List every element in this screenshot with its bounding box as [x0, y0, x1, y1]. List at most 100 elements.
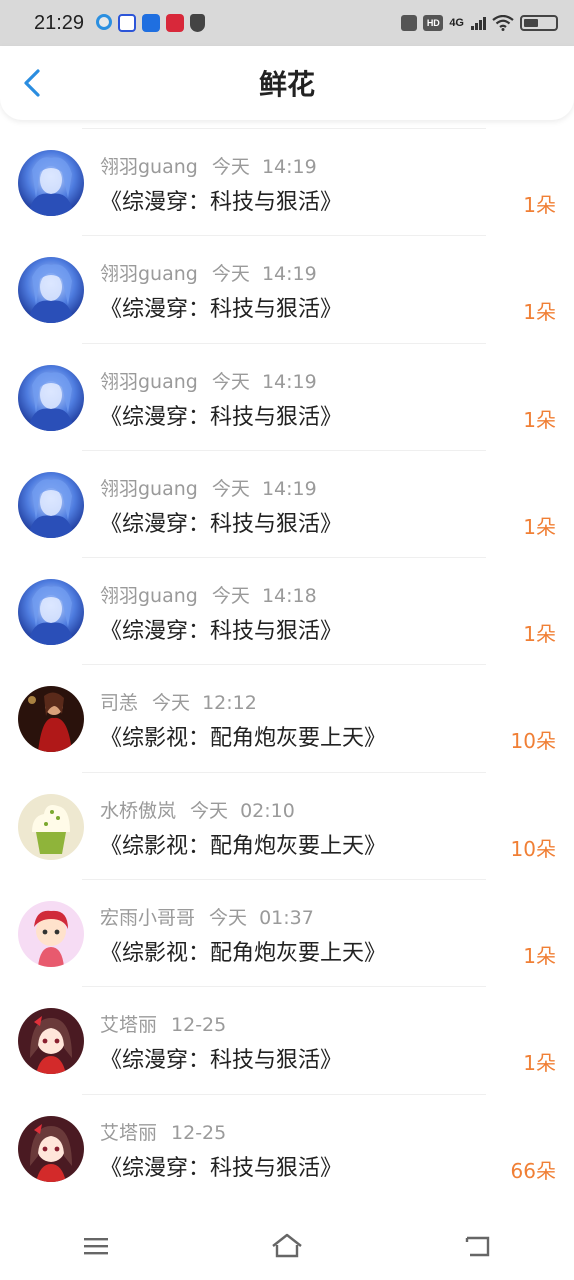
- baidu-paw-icon: [118, 14, 137, 32]
- signal-icon: [471, 17, 486, 30]
- user-name[interactable]: 翎羽guang: [100, 263, 198, 285]
- record-meta: 翎羽guang 今天 14:19: [100, 152, 317, 179]
- menu-button[interactable]: [76, 1226, 116, 1266]
- book-title[interactable]: 《综漫穿：科技与狠活》: [100, 399, 342, 431]
- heart-app-icon: [166, 14, 185, 32]
- menu-icon: [83, 1238, 108, 1255]
- row-divider: [82, 664, 486, 666]
- user-name[interactable]: 翎羽guang: [100, 478, 198, 500]
- network-type: 4G: [449, 17, 464, 29]
- flower-count: 10朵: [510, 836, 556, 861]
- record-time: 今天 14:19: [211, 370, 317, 393]
- flower-record-row[interactable]: 翎羽guang 今天 14:19 《综漫穿：科技与狠活》 1朵: [0, 342, 574, 450]
- flower-record-row[interactable]: 艾塔丽 12-25 《综漫穿：科技与狠活》 66朵: [0, 1093, 574, 1201]
- home-button[interactable]: [267, 1226, 307, 1266]
- loop-icon: [96, 14, 113, 30]
- cartoon-boy-avatar[interactable]: [18, 901, 84, 968]
- record-meta: 艾塔丽 12-25: [100, 1010, 226, 1037]
- row-divider: [82, 342, 486, 344]
- book-title[interactable]: 《综影视：配角炮灰要上天》: [100, 828, 386, 860]
- wifi-icon: [492, 15, 514, 31]
- book-title[interactable]: 《综影视：配角炮灰要上天》: [100, 720, 386, 752]
- flower-count: 1朵: [523, 407, 556, 432]
- status-app-icons: [96, 14, 206, 32]
- row-divider: [82, 986, 486, 988]
- flower-count: 1朵: [523, 514, 556, 539]
- red-dress-avatar[interactable]: [18, 686, 84, 753]
- flower-count: 66朵: [510, 1158, 556, 1183]
- user-name[interactable]: 艾塔丽: [100, 1014, 157, 1036]
- record-time: 12-25: [171, 1121, 227, 1144]
- record-meta: 翎羽guang 今天 14:19: [100, 259, 317, 286]
- row-divider: [82, 128, 486, 129]
- anime-girl-avatar[interactable]: [18, 1008, 84, 1075]
- record-meta: 宏雨小哥哥 今天 01:37: [100, 903, 314, 930]
- direction-app-icon: [142, 14, 161, 32]
- record-time: 今天 14:19: [211, 263, 317, 286]
- flower-record-row[interactable]: 翎羽guang 今天 14:19 《综漫穿：科技与狠活》 1朵: [0, 235, 574, 342]
- blue-hair-avatar[interactable]: [18, 257, 84, 324]
- record-time: 今天 14:19: [211, 477, 317, 500]
- flower-count: 1朵: [523, 622, 556, 647]
- system-nav-bar: [0, 1212, 574, 1280]
- book-title[interactable]: 《综影视：配角炮灰要上天》: [100, 935, 386, 967]
- record-time: 今天 12:12: [152, 692, 257, 715]
- user-name[interactable]: 翎羽guang: [100, 371, 198, 393]
- user-name[interactable]: 水桥傲岚: [100, 800, 176, 822]
- back-button[interactable]: [458, 1226, 498, 1266]
- blue-hair-avatar[interactable]: [18, 150, 84, 216]
- row-divider: [82, 771, 486, 773]
- vibrate-icon: [401, 15, 418, 31]
- flower-count: 1朵: [523, 944, 556, 969]
- flower-record-row[interactable]: 水桥傲岚 今天 02:10 《综影视：配角炮灰要上天》 10朵: [0, 771, 574, 879]
- home-icon: [272, 1233, 302, 1258]
- blue-hair-avatar[interactable]: [18, 579, 84, 646]
- user-name[interactable]: 艾塔丽: [100, 1122, 157, 1144]
- header: 鲜花: [0, 46, 574, 120]
- book-title[interactable]: 《综漫穿：科技与狠活》: [100, 1042, 342, 1074]
- shield-icon: [190, 14, 206, 32]
- flower-count: 1朵: [523, 193, 556, 217]
- status-bar: 21:29 HD 4G: [0, 0, 574, 46]
- flower-record-row[interactable]: 司恙 今天 12:12 《综影视：配角炮灰要上天》 10朵: [0, 664, 574, 771]
- back-arrow-icon[interactable]: [18, 68, 48, 98]
- book-title[interactable]: 《综漫穿：科技与狠活》: [100, 291, 342, 323]
- record-time: 今天 14:18: [211, 585, 317, 608]
- flower-record-row[interactable]: 翎羽guang 今天 14:19 《综漫穿：科技与狠活》 1朵: [0, 449, 574, 557]
- battery-level: [524, 19, 538, 27]
- flower-record-row[interactable]: 宏雨小哥哥 今天 01:37 《综影视：配角炮灰要上天》 1朵: [0, 879, 574, 986]
- book-title[interactable]: 《综漫穿：科技与狠活》: [100, 613, 342, 645]
- record-meta: 水桥傲岚 今天 02:10: [100, 796, 295, 823]
- user-name[interactable]: 翎羽guang: [100, 585, 198, 607]
- flower-count: 1朵: [523, 300, 556, 325]
- record-time: 12-25: [171, 1014, 227, 1037]
- record-meta: 艾塔丽 12-25: [100, 1118, 226, 1145]
- book-title[interactable]: 《综漫穿：科技与狠活》: [100, 184, 342, 216]
- status-time: 21:29: [34, 11, 85, 34]
- back-icon: [466, 1236, 490, 1257]
- book-title[interactable]: 《综漫穿：科技与狠活》: [100, 1150, 342, 1182]
- flower-record-row[interactable]: 翎羽guang 今天 14:19 《综漫穿：科技与狠活》 1朵: [0, 128, 574, 235]
- user-name[interactable]: 司恙: [100, 692, 138, 714]
- record-meta: 翎羽guang 今天 14:19: [100, 474, 317, 501]
- flower-count: 1朵: [523, 1051, 556, 1076]
- row-divider: [82, 1093, 486, 1095]
- user-name[interactable]: 宏雨小哥哥: [100, 907, 195, 929]
- blue-hair-avatar[interactable]: [18, 364, 84, 431]
- flower-record-list[interactable]: 翎羽guang 今天 14:19 《综漫穿：科技与狠活》 1朵 翎羽guang 今天 14…: [0, 128, 574, 1201]
- blue-hair-avatar[interactable]: [18, 471, 84, 538]
- user-name[interactable]: 翎羽guang: [100, 156, 198, 178]
- record-meta: 翎羽guang 今天 14:18: [100, 581, 317, 608]
- cupcake-avatar[interactable]: [18, 793, 84, 860]
- record-time: 今天 14:19: [211, 156, 317, 178]
- book-title[interactable]: 《综漫穿：科技与狠活》: [100, 506, 342, 538]
- page-title: 鲜花: [258, 68, 315, 101]
- anime-girl-avatar[interactable]: [18, 1115, 84, 1182]
- record-time: 今天 02:10: [190, 799, 295, 822]
- flower-count: 10朵: [510, 729, 556, 754]
- flower-record-row[interactable]: 艾塔丽 12-25 《综漫穿：科技与狠活》 1朵: [0, 986, 574, 1093]
- battery-icon: [520, 15, 558, 31]
- flower-record-row[interactable]: 翎羽guang 今天 14:18 《综漫穿：科技与狠活》 1朵: [0, 557, 574, 664]
- record-meta: 翎羽guang 今天 14:19: [100, 367, 317, 394]
- record-time: 今天 01:37: [209, 907, 314, 930]
